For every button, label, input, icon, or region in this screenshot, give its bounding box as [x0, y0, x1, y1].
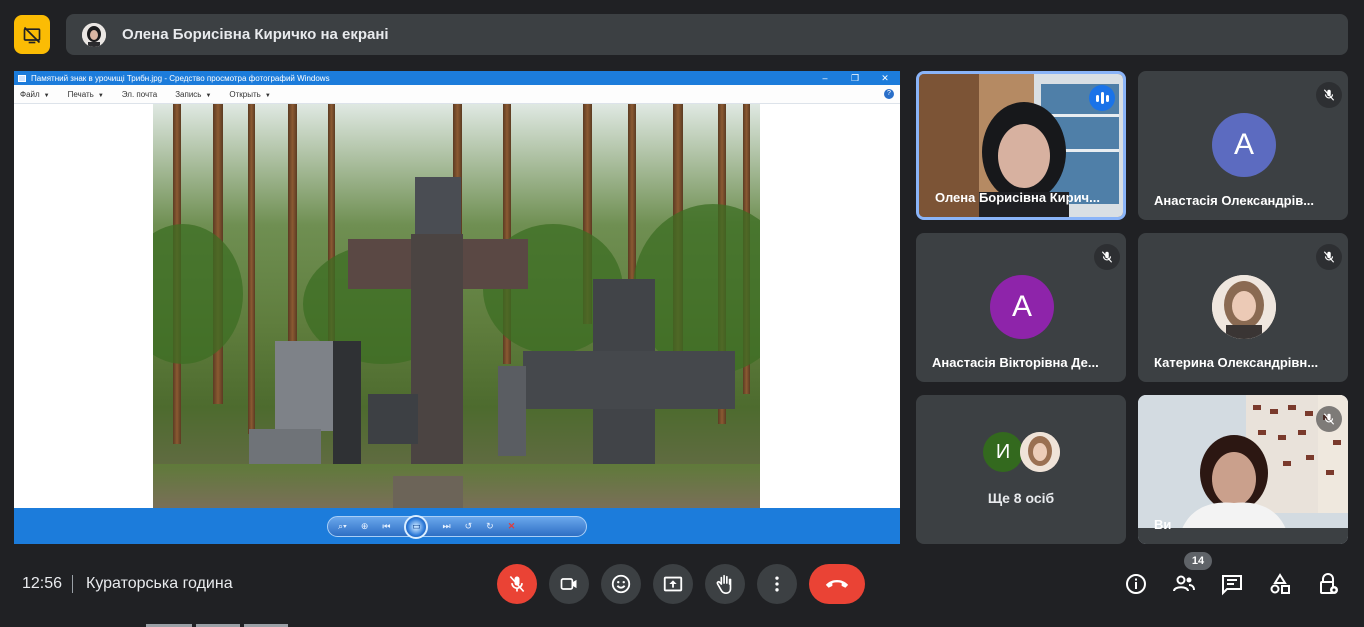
avatar — [1020, 432, 1060, 472]
host-controls-button[interactable] — [1315, 571, 1341, 597]
people-button[interactable] — [1171, 571, 1197, 597]
slideshow-button[interactable]: ▭ — [404, 514, 429, 539]
menu-burn[interactable]: Запись ▼ — [175, 90, 211, 99]
host-controls-icon — [1320, 573, 1338, 594]
meeting-info-button[interactable] — [1123, 571, 1149, 597]
participant-name: Катерина Олександрівн... — [1154, 355, 1319, 370]
present-off-icon — [23, 26, 41, 43]
presenter-banner: Олена Борисівна Киричко на екрані — [66, 14, 1348, 55]
chevron-down-icon: ▼ — [43, 92, 50, 99]
zoom-icon[interactable]: ⌕▾ — [338, 521, 347, 532]
self-tile[interactable]: Ви — [1138, 395, 1348, 544]
people-icon — [1173, 575, 1195, 592]
participant-name: Анастасія Олександрів... — [1154, 193, 1315, 208]
activities-button[interactable] — [1267, 571, 1293, 597]
participant-count-badge: 14 — [1184, 552, 1212, 570]
present-screen-button[interactable] — [653, 564, 693, 604]
mic-off-icon — [1316, 82, 1342, 108]
info-icon — [1126, 574, 1146, 594]
previous-icon[interactable]: ⏮ — [382, 521, 390, 532]
chevron-down-icon: ▼ — [264, 92, 271, 99]
raise-hand-button[interactable] — [705, 564, 745, 604]
camera-toggle-button[interactable] — [549, 564, 589, 604]
raise-hand-icon — [716, 574, 732, 594]
more-participants-tile[interactable]: И Ще 8 осіб — [916, 395, 1126, 544]
viewer-controls: ⌕▾ ⊕ ⏮ ▭ ⏭ ↺ ↻ ✕ — [327, 514, 587, 539]
mic-toggle-button[interactable] — [497, 564, 537, 604]
viewer-menubar: Файл ▼ Печать ▼ Эл. почта Запись ▼ Открыть ▼… — [14, 85, 900, 104]
camera-icon — [560, 578, 577, 590]
end-call-button[interactable] — [809, 564, 865, 604]
minimize-button[interactable]: – — [810, 73, 840, 84]
divider — [72, 575, 73, 593]
mic-off-icon — [509, 575, 525, 593]
participant-tile[interactable]: A Анастасія Вікторівна Де... — [916, 233, 1126, 382]
mic-off-icon — [1094, 244, 1120, 270]
participant-name: Олена Борисівна Кирич... — [935, 190, 1100, 205]
more-options-icon — [775, 576, 779, 592]
close-window-button[interactable]: ✕ — [870, 73, 900, 84]
participant-tile[interactable]: A Анастасія Олександрів... — [1138, 71, 1348, 220]
viewer-title: Памятний знак в урочищі Трибн.jpg - Сред… — [31, 73, 330, 83]
menu-email[interactable]: Эл. почта — [122, 90, 157, 99]
presenter-banner-text: Олена Борисівна Киричко на екрані — [122, 26, 389, 43]
avatar — [1212, 275, 1276, 339]
maximize-button[interactable]: ❐ — [840, 73, 870, 84]
avatar: A — [990, 275, 1054, 339]
mic-off-icon — [1316, 406, 1342, 432]
chevron-down-icon: ▼ — [97, 92, 104, 99]
rotate-right-icon[interactable]: ↻ — [486, 521, 494, 532]
photo-viewer-app-icon — [18, 74, 26, 82]
delete-icon[interactable]: ✕ — [508, 521, 516, 532]
end-call-icon — [825, 580, 849, 588]
slideshow-icon: ▭ — [412, 521, 421, 531]
chat-button[interactable] — [1219, 571, 1245, 597]
viewer-toolbar: ⌕▾ ⊕ ⏮ ▭ ⏭ ↺ ↻ ✕ — [14, 508, 900, 544]
participant-tile[interactable]: Катерина Олександрівн... — [1138, 233, 1348, 382]
present-screen-icon — [663, 576, 683, 592]
presenter-avatar — [82, 22, 106, 47]
more-participants-label: Ще 8 осіб — [987, 490, 1055, 506]
help-icon[interactable]: ? — [884, 89, 894, 99]
participant-tile[interactable]: Олена Борисівна Кирич... — [916, 71, 1126, 220]
memorial-photo — [153, 104, 760, 508]
avatar: И — [983, 432, 1023, 472]
speaking-indicator-icon — [1089, 85, 1115, 111]
present-off-button[interactable] — [14, 15, 50, 54]
next-icon[interactable]: ⏭ — [442, 521, 450, 532]
chat-icon — [1222, 575, 1242, 596]
chevron-down-icon: ▼ — [205, 92, 212, 99]
meeting-clock: 12:56 — [22, 575, 63, 592]
menu-open[interactable]: Открыть ▼ — [229, 90, 270, 99]
avatar: A — [1212, 113, 1276, 177]
mic-off-icon — [1316, 244, 1342, 270]
emoji-icon — [611, 574, 631, 594]
more-options-button[interactable] — [757, 564, 797, 604]
participant-name: Анастасія Вікторівна Де... — [932, 355, 1099, 370]
participant-name: Ви — [1154, 517, 1172, 532]
menu-file[interactable]: Файл ▼ — [20, 90, 50, 99]
activities-icon — [1270, 573, 1290, 594]
shared-screen: Памятний знак в урочищі Трибн.jpg - Сред… — [14, 71, 900, 544]
meeting-title: Кураторська година — [86, 575, 233, 592]
photo-area — [14, 104, 900, 508]
rotate-left-icon[interactable]: ↺ — [465, 521, 473, 532]
reactions-button[interactable] — [601, 564, 641, 604]
meet-screen: Олена Борисівна Киричко на екрані Памятн… — [0, 0, 1364, 627]
viewer-titlebar: Памятний знак в урочищі Трибн.jpg - Сред… — [14, 71, 900, 85]
menu-print[interactable]: Печать ▼ — [68, 90, 104, 99]
actual-size-icon[interactable]: ⊕ — [361, 521, 369, 532]
